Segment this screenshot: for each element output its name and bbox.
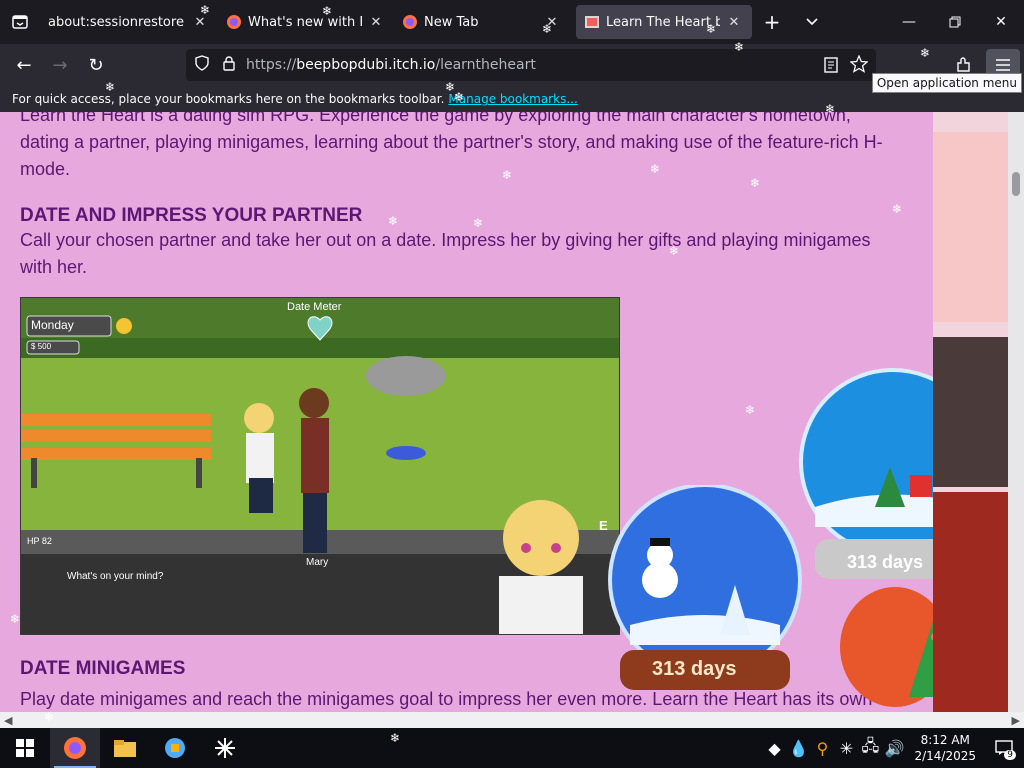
game-character-name: Mary: [306, 557, 329, 568]
tooltip: Open application menu: [871, 73, 1022, 93]
itchio-icon: [584, 14, 600, 30]
close-icon[interactable]: ✕: [542, 12, 562, 32]
tab-learn-the-heart[interactable]: Learn The Heart by bee ✕: [576, 5, 752, 39]
url-text: https://beepbopdubi.itch.io/learnthehear…: [246, 57, 536, 73]
close-window-icon[interactable]: ✕: [978, 0, 1024, 44]
game-dialog-text: What's on your mind?: [67, 571, 164, 582]
notification-count: 9: [1004, 750, 1016, 760]
manage-bookmarks-link[interactable]: Manage bookmarks...: [448, 92, 577, 106]
reload-icon[interactable]: ↻: [78, 49, 114, 81]
firefox-icon: [226, 14, 242, 30]
network-icon[interactable]: 🖧: [858, 735, 882, 762]
minigames-heading: DATE MINIGAMES: [20, 658, 186, 679]
intro-paragraph: Learn the Heart is a dating sim RPG. Exp…: [20, 112, 883, 179]
file-explorer-icon[interactable]: [100, 728, 150, 768]
tab-strip: about:sessionrestore ✕ What's new with F…: [0, 0, 1024, 44]
volume-icon[interactable]: 🔊: [882, 739, 906, 758]
tray-app-icon[interactable]: ◆: [762, 739, 786, 758]
game-screenshot: Monday $ 500 Date Meter Mary What's on y…: [20, 297, 620, 635]
navigation-toolbar: ← → ↻ https://beepbopdubi.itch.io/learnt…: [0, 44, 1024, 86]
date-paragraph: Call your chosen partner and take her ou…: [20, 230, 871, 277]
star-bookmark-icon[interactable]: [849, 54, 869, 77]
lock-icon[interactable]: [222, 55, 236, 75]
game-day: Monday: [31, 318, 74, 332]
firefox-taskbar-icon[interactable]: [50, 728, 100, 768]
tab-whats-new[interactable]: What's new with Firefox ✕: [218, 0, 394, 44]
new-tab-plus-icon[interactable]: +: [752, 0, 792, 44]
tab-label: What's new with Firefox: [248, 14, 362, 30]
scrollbar-thumb[interactable]: [1012, 172, 1020, 196]
url-path: /learntheheart: [435, 57, 536, 73]
app-icon[interactable]: [150, 728, 200, 768]
firefox-icon: [402, 14, 418, 30]
url-domain: beepbopdubi.itch.io: [296, 57, 436, 73]
tab-label: Learn The Heart by bee: [606, 14, 720, 30]
url-prefix: https://: [246, 57, 297, 73]
globe-days-label: 313 days: [652, 658, 737, 680]
reader-view-icon[interactable]: [824, 57, 838, 77]
shield-icon[interactable]: [194, 55, 210, 75]
forward-arrow-icon[interactable]: →: [42, 49, 78, 81]
bookmarks-toolbar: For quick access, place your bookmarks h…: [0, 86, 1024, 112]
bookmarks-hint: For quick access, place your bookmarks h…: [12, 92, 445, 106]
snowflake-app-icon[interactable]: [200, 728, 250, 768]
clock-time: 8:12 AM: [920, 733, 970, 747]
droplet-icon[interactable]: 💧: [786, 739, 810, 758]
page-content: Learn the Heart is a dating sim RPG. Exp…: [0, 112, 1008, 712]
restore-icon[interactable]: [932, 0, 978, 44]
tab-label: about:sessionrestore: [48, 14, 184, 30]
search-tray-icon[interactable]: ⚲: [810, 739, 834, 758]
tab-new-tab[interactable]: New Tab ✕: [394, 0, 570, 44]
url-bar[interactable]: https://beepbopdubi.itch.io/learnthehear…: [186, 49, 876, 81]
chevron-down-icon[interactable]: [792, 0, 832, 44]
game-date-meter: Date Meter: [287, 301, 342, 313]
game-hp: HP 82: [27, 536, 52, 546]
firefox-view-icon[interactable]: [0, 0, 40, 44]
tab-label: New Tab: [424, 14, 479, 30]
close-icon[interactable]: ✕: [724, 12, 744, 32]
snow-globe-small: 313 days: [600, 483, 815, 710]
taskbar: ◆ 💧 ⚲ ✳ 🖧 🔊 8:12 AM 2/14/2025 9: [0, 728, 1024, 768]
snowflake-tray-icon[interactable]: ✳: [834, 739, 858, 758]
back-arrow-icon[interactable]: ←: [6, 49, 42, 81]
date-heading: DATE AND IMPRESS YOUR PARTNER: [20, 205, 363, 226]
notification-icon[interactable]: 9: [984, 728, 1024, 768]
scroll-left-icon[interactable]: ◀: [4, 714, 12, 727]
windows-start-icon[interactable]: [0, 728, 50, 768]
vertical-scrollbar[interactable]: [1008, 112, 1024, 712]
minimize-icon[interactable]: —: [886, 0, 932, 44]
tab-session-restore[interactable]: about:sessionrestore ✕: [40, 0, 218, 44]
close-icon[interactable]: ✕: [366, 12, 386, 32]
clock[interactable]: 8:12 AM 2/14/2025: [906, 732, 984, 764]
clock-date: 2/14/2025: [914, 749, 976, 763]
side-image-strip: [933, 112, 1008, 712]
game-money: $ 500: [31, 342, 52, 351]
close-icon[interactable]: ✕: [190, 12, 210, 32]
scroll-right-icon[interactable]: ▶: [1012, 714, 1020, 727]
horizontal-scrollbar[interactable]: ◀ ▶: [0, 712, 1024, 728]
